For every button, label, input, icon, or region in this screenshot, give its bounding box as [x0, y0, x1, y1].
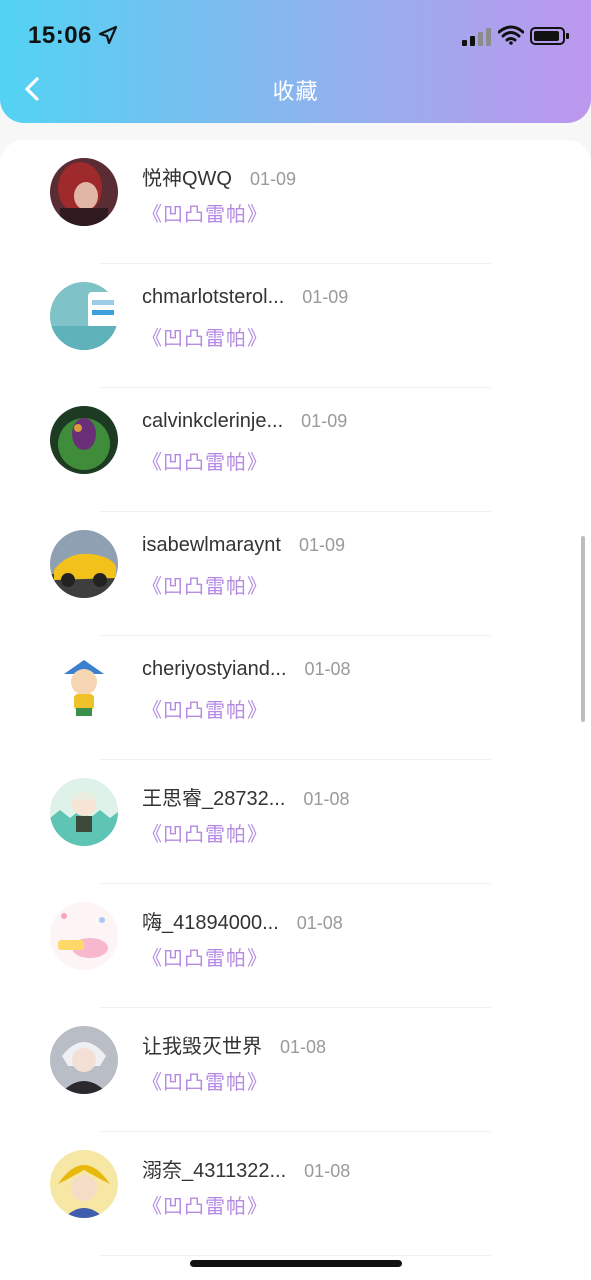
divider: [100, 1255, 491, 1256]
favorite-date: 01-09: [301, 411, 348, 431]
book-title-link[interactable]: 《凹凸雷帕》: [142, 942, 268, 971]
user-avatar: [50, 1150, 118, 1218]
user-name: calvinkclerinje...: [142, 410, 284, 432]
battery-icon: [530, 27, 569, 45]
book-title-link[interactable]: 《凹凸雷帕》: [142, 570, 268, 599]
user-avatar: [50, 654, 118, 722]
book-title-link[interactable]: 《凹凸雷帕》: [142, 694, 268, 723]
favorite-date: 01-09: [302, 287, 349, 307]
cellular-signal-icon: [462, 28, 491, 46]
list-item[interactable]: chmarlotsterol... 01-09 《凹凸雷帕》: [0, 264, 591, 388]
user-avatar: [50, 778, 118, 846]
favorites-list: 悦神QWQ 01-09 《凹凸雷帕》 chmarlotsterol... 01-…: [0, 140, 591, 1280]
book-title-link[interactable]: 《凹凸雷帕》: [142, 198, 268, 227]
user-avatar: [50, 902, 118, 970]
list-item[interactable]: calvinkclerinje... 01-09 《凹凸雷帕》: [0, 388, 591, 512]
home-indicator: [190, 1260, 402, 1267]
favorite-date: 01-08: [304, 1161, 351, 1181]
user-avatar: [50, 282, 118, 350]
user-avatar: [50, 406, 118, 474]
favorite-date: 01-08: [296, 913, 343, 933]
user-avatar: [50, 158, 118, 226]
user-name: 让我毁灭世界: [142, 1036, 262, 1058]
list-item[interactable]: cheriyostyiand... 01-08 《凹凸雷帕》: [0, 636, 591, 760]
list-item[interactable]: 悦神QWQ 01-09 《凹凸雷帕》: [0, 140, 591, 264]
favorite-date: 01-08: [304, 659, 351, 679]
status-time: 15:06: [28, 22, 92, 49]
scrollbar[interactable]: [581, 536, 585, 722]
book-title-link[interactable]: 《凹凸雷帕》: [142, 1190, 268, 1219]
user-name: cheriyostyiand...: [142, 658, 287, 680]
favorite-date: 01-09: [250, 169, 297, 189]
book-title-link[interactable]: 《凹凸雷帕》: [142, 1066, 268, 1095]
header-bar: 15:06 收藏: [0, 0, 591, 123]
book-title-link[interactable]: 《凹凸雷帕》: [142, 818, 268, 847]
list-item[interactable]: 溺奈_4311322... 01-08 《凹凸雷帕》: [0, 1132, 591, 1256]
book-title-link[interactable]: 《凹凸雷帕》: [142, 446, 268, 475]
favorite-date: 01-09: [298, 535, 345, 555]
user-name: chmarlotsterol...: [142, 286, 285, 308]
user-avatar: [50, 530, 118, 598]
book-title-link[interactable]: 《凹凸雷帕》: [142, 322, 268, 351]
location-arrow-icon: [98, 25, 118, 45]
status-bar: 15:06: [0, 0, 591, 70]
user-avatar: [50, 1026, 118, 1094]
page-title: 收藏: [272, 79, 319, 104]
user-name: 嗨_41894000...: [142, 912, 279, 934]
list-item[interactable]: 让我毁灭世界 01-08 《凹凸雷帕》: [0, 1008, 591, 1132]
user-name: 溺奈_4311322...: [142, 1160, 287, 1182]
favorite-date: 01-08: [303, 789, 350, 809]
list-item[interactable]: 嗨_41894000... 01-08 《凹凸雷帕》: [0, 884, 591, 1008]
user-name: 王思睿_28732...: [142, 788, 286, 810]
list-item[interactable]: 王思睿_28732... 01-08 《凹凸雷帕》: [0, 760, 591, 884]
user-name: 悦神QWQ: [142, 168, 232, 190]
wifi-icon: [498, 25, 524, 45]
user-name: isabewlmaraynt: [142, 534, 281, 556]
favorite-date: 01-08: [280, 1037, 327, 1057]
list-item[interactable]: isabewlmaraynt 01-09 《凹凸雷帕》: [0, 512, 591, 636]
